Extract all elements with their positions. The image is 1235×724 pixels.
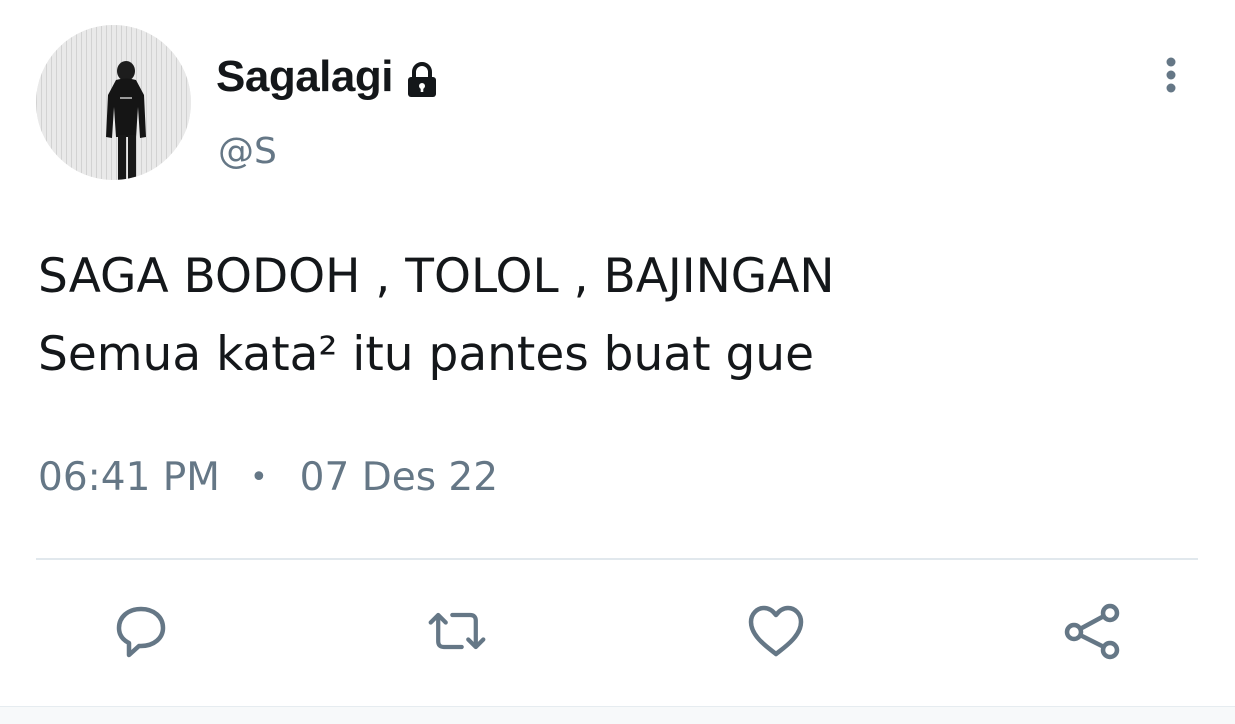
bottom-border	[0, 706, 1235, 724]
heart-icon	[748, 605, 804, 657]
tweet-date[interactable]: 07 Des 22	[300, 452, 498, 504]
share-icon	[1064, 603, 1120, 660]
tweet-text-line-1: SAGA BODOH , TOLOL , BAJINGAN	[38, 249, 835, 304]
avatar-photo	[36, 25, 191, 180]
share-button[interactable]	[1062, 600, 1124, 662]
user-handle[interactable]: @S	[218, 130, 277, 174]
display-name[interactable]: Sagalagi	[216, 50, 393, 104]
tweet-text-line-2: Semua kata² itu pantes buat gue	[38, 327, 815, 382]
tweet-timestamp[interactable]: 06:41 PM • 07 Des 22	[38, 452, 498, 504]
reply-button[interactable]	[110, 600, 172, 662]
more-options-button[interactable]	[1150, 54, 1192, 96]
comment-icon	[116, 606, 166, 658]
lock-icon	[403, 58, 441, 97]
display-name-row[interactable]: Sagalagi	[216, 50, 441, 104]
divider	[36, 558, 1198, 560]
avatar[interactable]	[36, 25, 191, 180]
retweet-button[interactable]	[426, 600, 488, 662]
retweet-icon	[428, 612, 486, 650]
meta-separator: •	[249, 460, 268, 495]
tweet-actions	[0, 600, 1235, 662]
like-button[interactable]	[745, 600, 807, 662]
more-vertical-icon	[1166, 57, 1176, 93]
tweet-text: SAGA BODOH , TOLOL , BAJINGAN Semua kata…	[38, 238, 1198, 394]
tweet-time[interactable]: 06:41 PM	[38, 452, 220, 504]
